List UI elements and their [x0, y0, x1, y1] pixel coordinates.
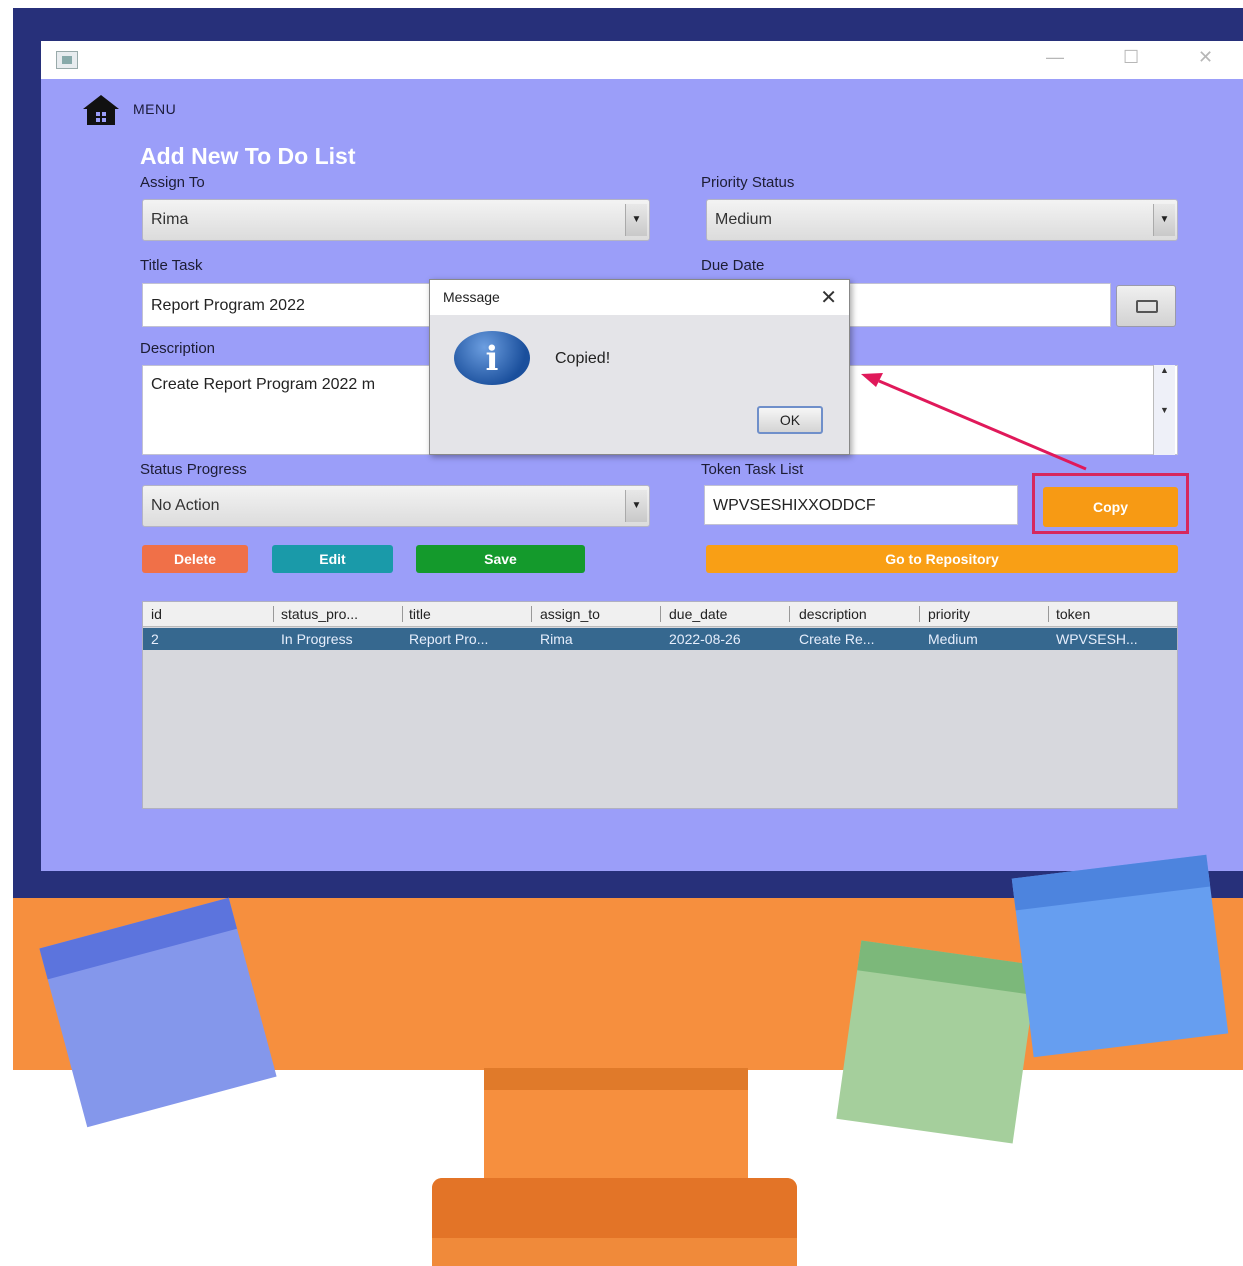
dialog-title: Message — [443, 289, 500, 305]
sticky-note-icon — [836, 940, 1038, 1144]
monitor-neck-shadow — [484, 1068, 748, 1090]
monitor-base-top — [432, 1178, 797, 1238]
app-window: — ☐ ✕ MENU Add New To Do List Assign To … — [41, 41, 1243, 871]
dialog-titlebar: Message ✕ — [430, 280, 849, 315]
monitor-frame: — ☐ ✕ MENU Add New To Do List Assign To … — [13, 8, 1243, 900]
close-icon[interactable]: ✕ — [820, 285, 837, 310]
ok-button[interactable]: OK — [757, 406, 823, 434]
sticky-note-icon — [1011, 854, 1229, 1058]
dialog-message: Copied! — [555, 350, 611, 367]
message-dialog: Message ✕ i Copied! OK — [429, 279, 850, 455]
annotation-arrow — [861, 373, 1087, 471]
info-icon: i — [454, 331, 530, 385]
